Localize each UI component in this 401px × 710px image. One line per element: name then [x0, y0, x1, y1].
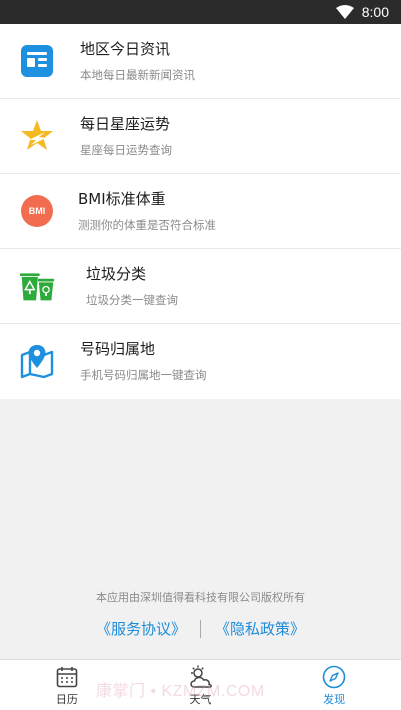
- copyright-text: 本应用由深圳值得看科技有限公司版权所有: [96, 591, 305, 604]
- item-title: 地区今日资讯: [80, 40, 171, 58]
- tab-label: 天气: [189, 693, 212, 706]
- tab-calendar[interactable]: 日历: [0, 660, 134, 710]
- feature-list: 地区今日资讯 本地每日最新新闻资讯 每日星座运势 星座每日运势查询 BMI BM…: [0, 24, 401, 399]
- privacy-policy-link[interactable]: 《隐私政策》: [215, 618, 305, 639]
- weather-icon: [188, 664, 214, 690]
- item-subtitle: 垃圾分类一键查询: [86, 293, 178, 307]
- item-title: 垃圾分类: [86, 265, 147, 283]
- trash-bins-icon: [19, 268, 55, 304]
- status-time: 8:00: [361, 4, 389, 20]
- tab-weather[interactable]: 天气: [134, 660, 268, 710]
- tab-label: 日历: [55, 693, 78, 706]
- map-pin-icon: [19, 343, 55, 379]
- footer-links: 《服务协议》 《隐私政策》: [0, 618, 401, 639]
- news-icon: [19, 43, 55, 79]
- tab-label: 发现: [323, 693, 346, 706]
- bottom-tab-bar: 日历 天气 发现: [0, 659, 401, 710]
- service-agreement-link[interactable]: 《服务协议》: [96, 618, 186, 639]
- bmi-icon-text: BMI: [28, 206, 46, 216]
- item-subtitle: 手机号码归属地一键查询: [80, 368, 207, 382]
- list-item-horoscope[interactable]: 每日星座运势 星座每日运势查询: [0, 99, 401, 174]
- item-title: BMI标准体重: [78, 190, 166, 208]
- calendar-icon: [54, 664, 80, 690]
- item-subtitle: 星座每日运势查询: [80, 143, 172, 157]
- tab-discover[interactable]: 发现: [267, 660, 401, 710]
- list-item-news[interactable]: 地区今日资讯 本地每日最新新闻资讯: [0, 24, 401, 99]
- item-title: 每日星座运势: [80, 115, 171, 133]
- item-subtitle: 本地每日最新新闻资讯: [80, 68, 195, 82]
- item-title: 号码归属地: [80, 340, 156, 358]
- list-item-garbage-sorting[interactable]: 垃圾分类 垃圾分类一键查询: [0, 249, 401, 324]
- status-bar: 8:00: [0, 0, 401, 24]
- bmi-icon: BMI: [19, 193, 55, 229]
- list-item-bmi[interactable]: BMI BMI标准体重 测测你的体重是否符合标准: [0, 174, 401, 249]
- list-item-phone-location[interactable]: 号码归属地 手机号码归属地一键查询: [0, 324, 401, 399]
- link-divider: [200, 619, 201, 638]
- wifi-icon: [335, 5, 354, 19]
- compass-icon: [321, 664, 347, 690]
- star-icon: [19, 118, 55, 154]
- item-subtitle: 测测你的体重是否符合标准: [78, 218, 216, 232]
